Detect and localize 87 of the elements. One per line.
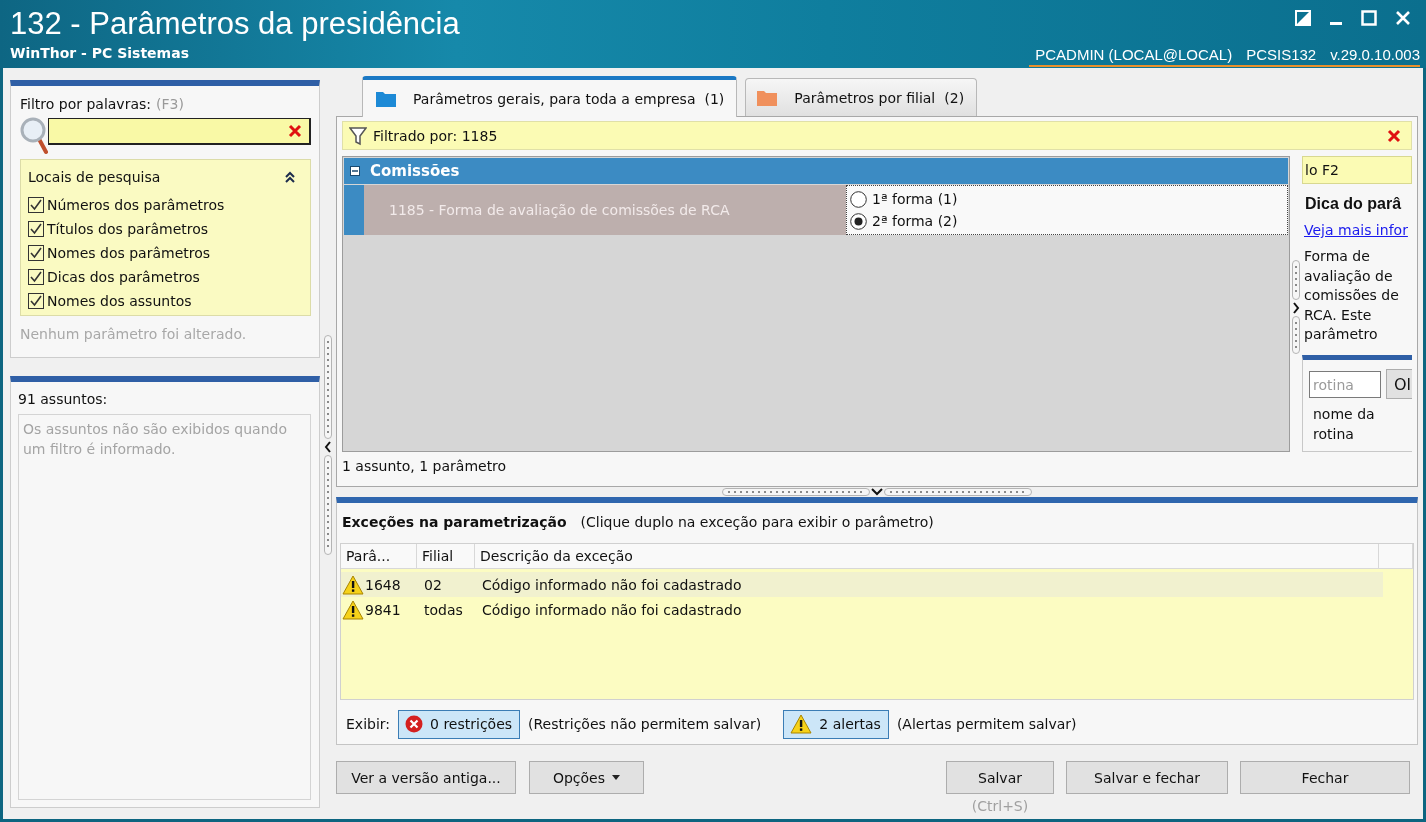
section-hint: (Clique duplo na exceção para exibir o parâmetro) [580,514,934,530]
status-text: Nenhum parâmetro foi alterado. [20,326,248,342]
ok-button[interactable]: Ol [1386,369,1412,399]
footer-button[interactable]: Salvar [946,761,1054,794]
warning-icon [790,714,813,734]
hint-title: Dica do parâ [1304,194,1403,214]
warning-icon [342,599,364,620]
checkbox-label: Números dos parâmetros [47,197,225,213]
toggle-button[interactable]: 0 restrições [398,709,521,739]
subjects-count: 91 assuntos: [18,391,109,407]
maximize-icon[interactable] [1361,10,1377,26]
hint-text: Forma de avaliação de comissões de RCA. Este parâmetro [1303,247,1400,344]
table-cell-text: todas [423,601,464,618]
collapse-icon[interactable] [350,166,360,176]
checkbox-label: Nomes dos parâmetros [47,245,211,261]
app-subtitle: WinThor - PC Sistemas [10,45,190,61]
splitter-handle[interactable] [722,488,870,496]
radio-button[interactable] [850,190,867,208]
splitter-handle[interactable] [1292,260,1300,300]
caret-icon [612,775,621,780]
close-icon[interactable] [1395,10,1411,26]
clear-filter-icon[interactable] [1387,128,1401,143]
footer-button[interactable]: Fechar [1240,761,1410,794]
table-row[interactable]: 1648 02 Código informado não foi cadastrado [341,572,1383,597]
toggle-note: (Alertas permitem salvar) [896,716,1077,732]
footer-button[interactable]: Ver a versão antiga... [336,761,516,794]
checkbox-label: Dicas dos parâmetros [47,269,200,285]
collapse-icon[interactable] [284,171,296,183]
splitter-handle[interactable] [884,488,1032,496]
routine-field[interactable]: rotina [1309,371,1381,398]
group-title: Locais de pesquisa [28,169,161,185]
window-layout-icon[interactable] [1295,10,1311,26]
user-info: PCADMIN (LOCAL@LOCAL) [1035,47,1233,63]
checkbox[interactable] [28,221,44,237]
checkbox[interactable] [28,293,44,309]
checkbox-label: Títulos dos parâmetros [47,221,209,237]
shortcut-hint: (Ctrl+S) [971,798,1029,814]
show-label: Exibir: [346,716,391,732]
chevron-left-icon[interactable] [324,440,332,454]
footer-button[interactable]: Salvar e fechar [1066,761,1228,794]
toggle-button[interactable]: 2 alertas [783,709,889,739]
warning-icon [342,574,364,595]
search-field[interactable] [48,118,311,145]
routine-label: nome da rotina [1312,405,1376,444]
parameter-name: 1185 - Forma de avaliação de comissões de RCA [364,185,846,235]
toggle-note: (Restrições não permitem salvar) [528,716,762,732]
program-code: PCSIS132 [1246,47,1317,63]
error-icon [405,715,424,733]
column-header[interactable]: Parâ... [341,544,417,568]
group-title: Comissões [370,162,460,180]
radio-button[interactable] [850,212,867,230]
clear-icon[interactable] [288,124,302,138]
table-cell: 9841 [365,601,401,618]
more-info-link[interactable]: Veja mais infor [1302,221,1412,239]
group-header[interactable]: Comissões [344,158,1288,184]
splitter-handle[interactable] [324,335,332,439]
empty-message: Os assuntos não são exibidos quando um filtro é informado. [23,420,288,459]
checkbox[interactable] [28,197,44,213]
tab[interactable]: Parâmetros gerais, para toda a empresa (1) [362,76,738,117]
shortcut-hint: (F3) [156,96,184,112]
version-label: v.29.0.10.003 [1330,47,1420,63]
checkbox-label: Nomes dos assuntos [47,293,192,309]
filter-icon [349,125,367,146]
column-header[interactable]: Filial [417,544,475,568]
checkbox[interactable] [28,269,44,285]
window-title: 132 - Parâmetros da presidência [10,7,460,41]
hint-search-field[interactable]: lo F2 [1302,156,1412,184]
table-row[interactable]: 9841 todas Código informado não foi cadastrado [341,597,1383,622]
chevron-right-icon[interactable] [1292,301,1300,315]
splitter-handle[interactable] [1292,316,1300,354]
table-cell-text: Código informado não foi cadastrado [481,576,743,593]
table-cell-text: 02 [423,576,443,593]
chevron-down-icon[interactable] [870,488,884,496]
table-cell: 1648 [365,576,401,593]
option-label: 2ª forma (2) [872,213,958,229]
menu-button[interactable]: Opções [529,761,644,794]
summary-text: 1 assunto, 1 parâmetro [342,458,508,474]
search-icon [20,117,48,155]
section-title: Exceções na parametrização [342,514,567,530]
table-cell-text: Código informado não foi cadastrado [481,601,743,618]
tab[interactable]: Parâmetros por filial (2) [745,78,978,116]
filter-text: Filtrado por: 1185 [373,127,499,144]
filter-label: Filtro por palavras: [20,96,151,112]
checkbox[interactable] [28,245,44,261]
column-header[interactable]: Descrição da exceção [475,544,1379,568]
option-label: 1ª forma (1) [872,191,958,207]
splitter-handle[interactable] [324,455,332,555]
